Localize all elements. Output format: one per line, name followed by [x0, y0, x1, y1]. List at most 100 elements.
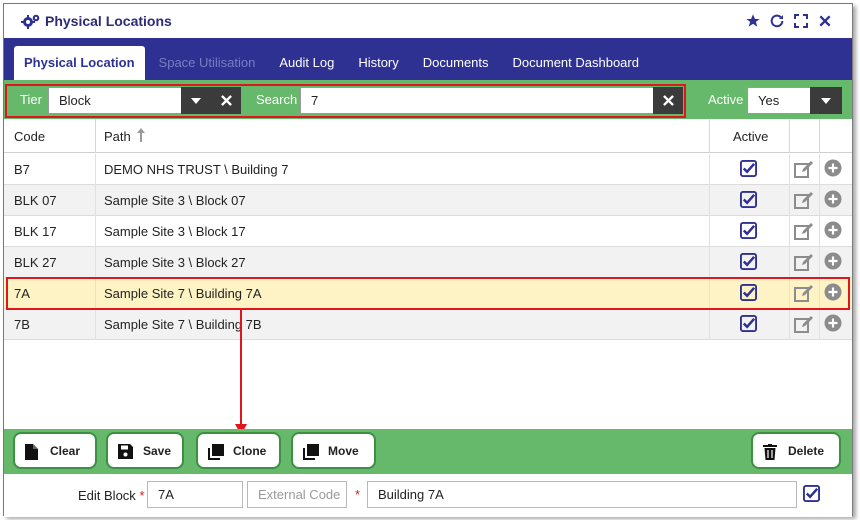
add-child-icon[interactable] [824, 252, 842, 273]
move-icon [303, 444, 319, 460]
add-child-icon[interactable] [824, 190, 842, 211]
active-dropdown-button[interactable] [810, 87, 842, 114]
row-code: 7A [14, 286, 30, 301]
required-marker: * [139, 488, 145, 503]
column-divider [789, 119, 790, 153]
search-input[interactable]: 7 [300, 87, 654, 114]
tab-bar: Physical Location Space Utilisation Audi… [4, 38, 852, 80]
clear-x-icon [220, 95, 232, 106]
tier-select[interactable]: Block [48, 87, 182, 114]
save-button[interactable]: Save [106, 432, 184, 469]
title-actions [744, 12, 834, 30]
edit-icon[interactable] [794, 160, 814, 181]
row-path: DEMO NHS TRUST \ Building 7 [104, 162, 289, 177]
row-code: 7B [14, 317, 30, 332]
maximize-icon[interactable] [792, 12, 810, 30]
row-path: Sample Site 7 \ Building 7B [104, 317, 262, 332]
edit-name-input[interactable]: Building 7A [367, 481, 797, 508]
column-divider [95, 119, 96, 153]
trash-icon [763, 444, 777, 460]
refresh-icon[interactable] [768, 12, 786, 30]
active-checkbox-icon [740, 191, 757, 211]
active-filter-label: Active [708, 92, 744, 107]
window-title: Physical Locations [45, 13, 172, 29]
table-header: Code Path Active [4, 119, 852, 153]
sort-ascending-icon [137, 128, 145, 142]
table-row[interactable]: BLK 17 Sample Site 3 \ Block 17 [4, 216, 852, 247]
column-header-path[interactable]: Path [104, 129, 131, 144]
required-marker: * [355, 487, 361, 502]
add-child-icon[interactable] [824, 283, 842, 304]
chevron-down-icon [821, 97, 831, 104]
checkbox-checked-icon [803, 485, 820, 502]
delete-button-label: Delete [788, 443, 825, 458]
clear-button-label: Clear [50, 443, 81, 458]
add-child-icon[interactable] [824, 221, 842, 242]
tab-document-dashboard[interactable]: Document Dashboard [503, 46, 649, 80]
table-body: B7 DEMO NHS TRUST \ Building 7 BLK 07 Sa… [4, 154, 852, 340]
tab-space-utilisation[interactable]: Space Utilisation [149, 46, 266, 80]
tab-documents[interactable]: Documents [413, 46, 499, 80]
clone-button[interactable]: Clone [196, 432, 281, 469]
clear-button[interactable]: Clear [13, 432, 97, 469]
new-file-icon [25, 444, 38, 460]
column-header-code[interactable]: Code [14, 129, 45, 144]
tab-physical-location[interactable]: Physical Location [14, 46, 145, 80]
table-row[interactable]: BLK 27 Sample Site 3 \ Block 27 [4, 247, 852, 278]
annotation-arrow-line [240, 309, 242, 429]
search-clear-button[interactable] [653, 87, 683, 114]
table-row[interactable]: B7 DEMO NHS TRUST \ Building 7 [4, 154, 852, 185]
delete-button[interactable]: Delete [751, 432, 841, 469]
move-button-label: Move [328, 443, 359, 458]
edit-icon[interactable] [794, 222, 814, 243]
gears-icon [21, 14, 40, 29]
external-code-input[interactable]: External Code [247, 481, 347, 508]
column-header-active[interactable]: Active [733, 129, 768, 144]
table-row-selected[interactable]: 7A Sample Site 7 \ Building 7A [4, 278, 852, 309]
clear-x-icon [662, 95, 674, 106]
save-button-label: Save [143, 443, 172, 458]
edit-active-checkbox[interactable] [803, 485, 820, 505]
edit-icon[interactable] [794, 315, 814, 336]
active-checkbox-icon [740, 315, 757, 335]
tab-audit-log[interactable]: Audit Log [269, 46, 344, 80]
chevron-down-icon [191, 97, 201, 104]
clone-button-label: Clone [233, 443, 267, 458]
row-path: Sample Site 3 \ Block 27 [104, 255, 246, 270]
edit-icon[interactable] [794, 191, 814, 212]
row-path: Sample Site 7 \ Building 7A [104, 286, 262, 301]
edit-block-label: Edit Block * [78, 488, 145, 503]
column-divider [709, 119, 710, 153]
active-checkbox-icon [740, 222, 757, 242]
close-icon[interactable] [816, 12, 834, 30]
title-bar: Physical Locations [4, 4, 852, 38]
column-divider [819, 119, 820, 153]
tier-label: Tier [20, 92, 42, 107]
favorite-star-icon[interactable] [744, 12, 762, 30]
row-code: BLK 27 [14, 255, 57, 270]
add-child-icon[interactable] [824, 159, 842, 180]
clone-icon [208, 444, 224, 460]
active-checkbox-icon [740, 253, 757, 273]
save-disk-icon [118, 444, 133, 459]
row-code: BLK 07 [14, 193, 57, 208]
table-row[interactable]: 7B Sample Site 7 \ Building 7B [4, 309, 852, 340]
row-code: BLK 17 [14, 224, 57, 239]
physical-locations-window: Physical Locations Physical Location Spa… [3, 3, 853, 517]
edit-icon[interactable] [794, 253, 814, 274]
tier-dropdown-button[interactable] [181, 87, 211, 114]
row-path: Sample Site 3 \ Block 07 [104, 193, 246, 208]
edit-icon[interactable] [794, 284, 814, 305]
edit-code-input[interactable]: 7A [147, 481, 243, 508]
active-checkbox-icon [740, 284, 757, 304]
table-row[interactable]: BLK 07 Sample Site 3 \ Block 07 [4, 185, 852, 216]
active-filter-select[interactable]: Yes [747, 87, 811, 114]
active-checkbox-icon [740, 160, 757, 180]
move-button[interactable]: Move [291, 432, 376, 469]
add-child-icon[interactable] [824, 314, 842, 335]
row-path: Sample Site 3 \ Block 17 [104, 224, 246, 239]
search-label: Search [256, 92, 298, 107]
tab-history[interactable]: History [348, 46, 408, 80]
row-code: B7 [14, 162, 30, 177]
tier-clear-button[interactable] [211, 87, 241, 114]
